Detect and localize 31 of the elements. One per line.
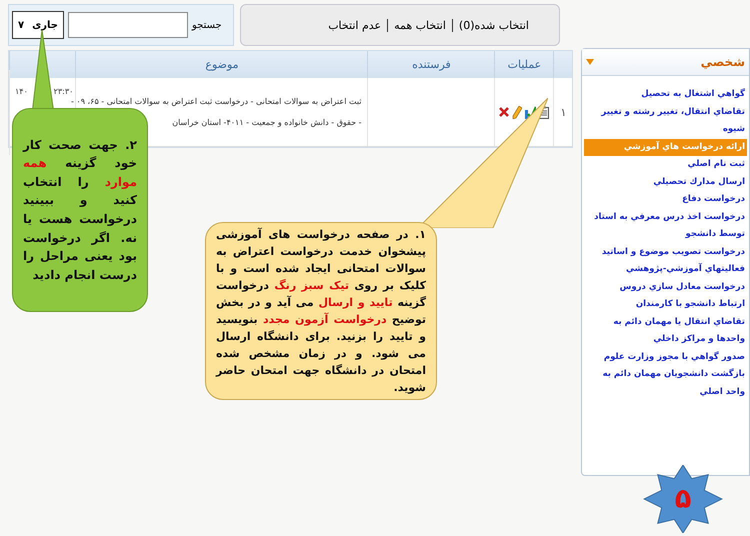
subject-text: ثبت اعتراض به سوالات امتحانی - درخواست ثبت اعتراض به سوالات امتحانی - ۶۵، ۰۹ - — [70, 96, 362, 108]
date-cell: ۱۴۰ — [15, 86, 28, 96]
sidebar-item[interactable]: درخواست دفاع — [584, 191, 747, 208]
search-label: جستجو — [192, 20, 222, 30]
sidebar-item[interactable]: ثبت نام اصلي — [584, 156, 747, 174]
delete-icon[interactable] — [499, 107, 510, 117]
row-number: ۱ — [560, 106, 566, 118]
sidebar-item[interactable]: ارتباط دانشجو با كارمندان — [584, 296, 747, 314]
sidebar-item[interactable]: بازگشت دانشجويان مهمان دائم به واحد اصلي — [584, 366, 747, 401]
sidebar-item[interactable]: گواهي اشتغال به تحصيل — [584, 86, 747, 104]
callout-text: ۲. جهت صحت کار خود گزینه همه موارد را انتخاب کنید و ببینید درخواست هست یا نه. اگر درخواست بود یعنی مراحل را درست انجام دادید — [23, 136, 137, 284]
step-badge: ۵ — [643, 465, 723, 533]
sidebar-item[interactable]: درخواست اخذ درس معرفي به استاد توسط دانشجو — [584, 208, 747, 244]
sidebar-item[interactable]: درخواست معادل سازي دروس — [584, 278, 747, 296]
deselect-link[interactable]: عدم انتخاب — [328, 18, 382, 32]
status-select[interactable]: ۷ جاری — [12, 11, 64, 39]
sidebar-item[interactable]: تقاضاي انتقال، تغيير رشته و تغيير شيوه — [584, 104, 747, 138]
subject-text: - حقوق - دانش خانواده و جمعیت - ۴۰۱۱- استان خراسان — [172, 116, 362, 129]
sidebar-title: شخصي — [700, 55, 745, 69]
selected-count-link[interactable]: انتخاب شده(0) — [458, 18, 529, 32]
dropdown-icon[interactable] — [586, 59, 594, 65]
sidebar-item[interactable]: ارسال مدارك تحصيلي — [584, 174, 747, 191]
pencil-icon[interactable] — [512, 106, 522, 118]
sidebar-item[interactable]: تقاضاي انتقال يا مهمان دائم به واحدها و مراكز داخلي — [584, 314, 747, 348]
select-all-link[interactable]: انتخاب همه — [394, 18, 446, 32]
time-cell: ۲۳:۳۰ — [54, 86, 74, 96]
search-field[interactable] — [68, 12, 188, 38]
callout-text: ۱. در صفحه درخواست های آموزشی پیشخوان خدمت درخواست اعتراض به سوالات امتحانی ایجاد شده است و با کلیک بر روی تیک سبز رنگ درخواست گزینه تایید و ارسال می آید و در بخش توضیح درخواست آزمون مجدد بنویسید و تایید را بزنید. برای دانشگاه ارسال می شود. و در زمان مشخص شده امتحان در دانشگاه جهت امتحان حاضر شوید. — [216, 226, 426, 396]
sidebar-item[interactable]: صدور گواهي با مجوز وزارت علوم — [584, 348, 747, 366]
check-icon[interactable] — [525, 106, 536, 118]
sidebar-item[interactable]: درخواست تصويب موضوع و اساتيد فعاليتهاي آموزشي-پژوهشي — [584, 244, 747, 278]
